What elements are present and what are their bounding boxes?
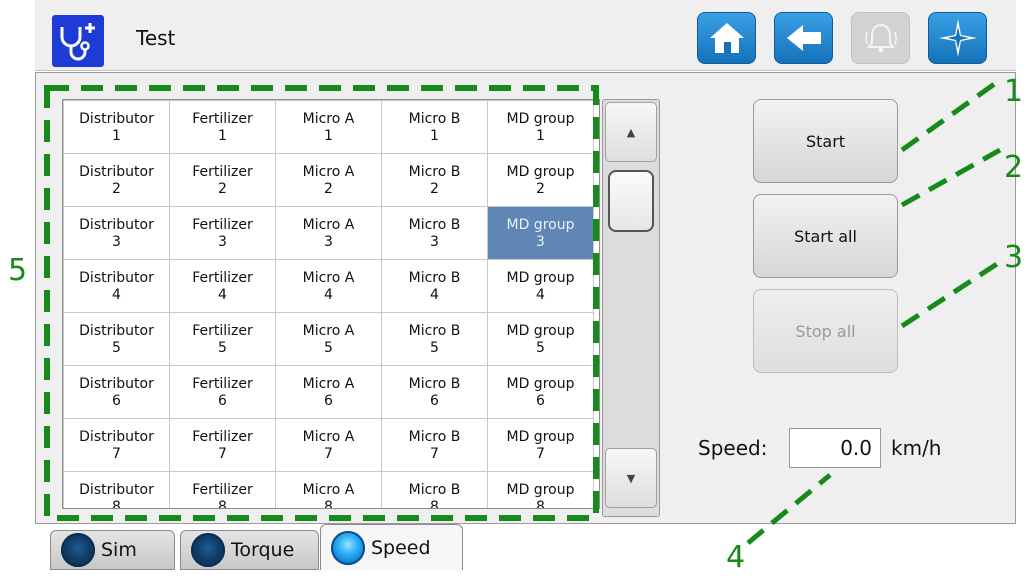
table-cell[interactable]: MD group 6 xyxy=(487,365,594,419)
table-cell[interactable]: MD group 1 xyxy=(487,100,594,154)
speed-field[interactable]: 0.0 xyxy=(789,428,881,468)
table-cell[interactable]: Distributor 3 xyxy=(63,206,170,260)
table-cell[interactable]: Micro A 2 xyxy=(275,153,382,207)
chevron-up-icon: ▲ xyxy=(626,125,636,139)
table-cell[interactable]: MD group 2 xyxy=(487,153,594,207)
table-cell[interactable]: Distributor 6 xyxy=(63,365,170,419)
compass-star-icon xyxy=(938,19,977,57)
led-indicator-icon xyxy=(61,533,95,567)
app-title: Test xyxy=(136,26,176,50)
section-table: Distributor 1 Fertilizer 1 Micro A 1 Micro … xyxy=(62,99,600,509)
stop-all-button[interactable]: Stop all xyxy=(753,289,898,373)
start-all-button[interactable]: Start all xyxy=(753,194,898,278)
table-cell[interactable]: Distributor 2 xyxy=(63,153,170,207)
alarm-button[interactable] xyxy=(851,12,910,64)
table-cell[interactable]: Micro B 5 xyxy=(381,312,488,366)
scroll-thumb[interactable] xyxy=(608,170,654,232)
table-cell[interactable]: Distributor 1 xyxy=(63,100,170,154)
table-cell[interactable]: MD group 4 xyxy=(487,259,594,313)
table-cell[interactable]: Fertilizer 3 xyxy=(169,206,276,260)
table-cell[interactable]: MD group 3 xyxy=(487,206,594,260)
table-row: Distributor 5 Fertilizer 5 Micro A 5 Micro … xyxy=(63,312,594,366)
table-row: Distributor 7 Fertilizer 7 Micro A 7 Micro … xyxy=(63,418,594,472)
led-indicator-icon xyxy=(191,533,225,567)
annotation-label-2: 2 xyxy=(1004,150,1024,185)
table-cell[interactable]: MD group 7 xyxy=(487,418,594,472)
table-cell[interactable]: MD group 8 xyxy=(487,471,594,508)
tab-torque[interactable]: Torque xyxy=(180,530,319,570)
annotation-label-5: 5 xyxy=(8,253,28,288)
section-grid: Distributor 1 Fertilizer 1 Micro A 1 Micro … xyxy=(63,100,594,508)
table-cell[interactable]: Micro B 2 xyxy=(381,153,488,207)
table-cell[interactable]: MD group 5 xyxy=(487,312,594,366)
table-cell[interactable]: Micro B 3 xyxy=(381,206,488,260)
table-cell[interactable]: Fertilizer 4 xyxy=(169,259,276,313)
table-cell[interactable]: Fertilizer 5 xyxy=(169,312,276,366)
table-cell[interactable]: Micro A 4 xyxy=(275,259,382,313)
tab-sim[interactable]: Sim xyxy=(50,530,175,570)
table-scrollbar[interactable]: ▲ ▼ xyxy=(602,99,660,517)
table-cell[interactable]: Distributor 4 xyxy=(63,259,170,313)
table-cell[interactable]: Micro B 4 xyxy=(381,259,488,313)
annotation-label-3: 3 xyxy=(1004,240,1024,275)
start-button[interactable]: Start xyxy=(753,99,898,183)
table-row: Distributor 6 Fertilizer 6 Micro A 6 Micro … xyxy=(63,365,594,419)
led-indicator-icon xyxy=(331,530,365,565)
table-row: Distributor 4 Fertilizer 4 Micro A 4 Micro … xyxy=(63,259,594,313)
stethoscope-plus-icon xyxy=(60,23,95,61)
table-row: Distributor 2 Fertilizer 2 Micro A 2 Micro … xyxy=(63,153,594,207)
annotation-label-1: 1 xyxy=(1004,74,1024,109)
table-cell[interactable]: Micro A 3 xyxy=(275,206,382,260)
tab-sim-label: Sim xyxy=(101,539,137,561)
table-cell[interactable]: Distributor 5 xyxy=(63,312,170,366)
start-all-button-label: Start all xyxy=(794,226,857,246)
table-cell[interactable]: Micro B 7 xyxy=(381,418,488,472)
scroll-up-button[interactable]: ▲ xyxy=(605,102,657,162)
app-icon xyxy=(52,15,104,67)
start-button-label: Start xyxy=(805,131,846,151)
tab-torque-label: Torque xyxy=(231,539,295,561)
table-cell[interactable]: Distributor 7 xyxy=(63,418,170,472)
navigation-button[interactable] xyxy=(928,12,987,64)
bell-icon xyxy=(864,23,897,53)
annotation-label-4: 4 xyxy=(726,540,746,575)
tab-speed[interactable]: Speed xyxy=(320,524,463,570)
table-row: Distributor 3 Fertilizer 3 Micro A 3 Micro … xyxy=(63,206,594,260)
speed-label: Speed: xyxy=(698,436,768,460)
table-cell[interactable]: Micro B 6 xyxy=(381,365,488,419)
back-button[interactable] xyxy=(774,12,833,64)
table-cell[interactable]: Micro B 8 xyxy=(381,471,488,508)
home-icon xyxy=(709,23,744,53)
table-cell[interactable]: Fertilizer 2 xyxy=(169,153,276,207)
arrow-left-icon xyxy=(786,25,821,51)
table-row: Distributor 8 Fertilizer 8 Micro A 8 Micro … xyxy=(63,471,594,508)
home-button[interactable] xyxy=(697,12,756,64)
table-cell[interactable]: Micro A 8 xyxy=(275,471,382,508)
table-row: Distributor 1 Fertilizer 1 Micro A 1 Micro … xyxy=(63,100,594,154)
table-cell[interactable]: Fertilizer 7 xyxy=(169,418,276,472)
table-cell[interactable]: Fertilizer 8 xyxy=(169,471,276,508)
table-cell[interactable]: Micro A 5 xyxy=(275,312,382,366)
scroll-down-button[interactable]: ▼ xyxy=(605,448,657,508)
tab-speed-label: Speed xyxy=(371,536,431,559)
table-cell[interactable]: Fertilizer 6 xyxy=(169,365,276,419)
table-cell[interactable]: Micro B 1 xyxy=(381,100,488,154)
table-cell[interactable]: Micro A 6 xyxy=(275,365,382,419)
table-cell[interactable]: Fertilizer 1 xyxy=(169,100,276,154)
speed-unit: km/h xyxy=(891,436,942,460)
table-cell[interactable]: Micro A 1 xyxy=(275,100,382,154)
chevron-down-icon: ▼ xyxy=(626,471,636,485)
table-cell[interactable]: Distributor 8 xyxy=(63,471,170,508)
table-cell[interactable]: Micro A 7 xyxy=(275,418,382,472)
stop-all-button-label: Stop all xyxy=(795,321,856,341)
